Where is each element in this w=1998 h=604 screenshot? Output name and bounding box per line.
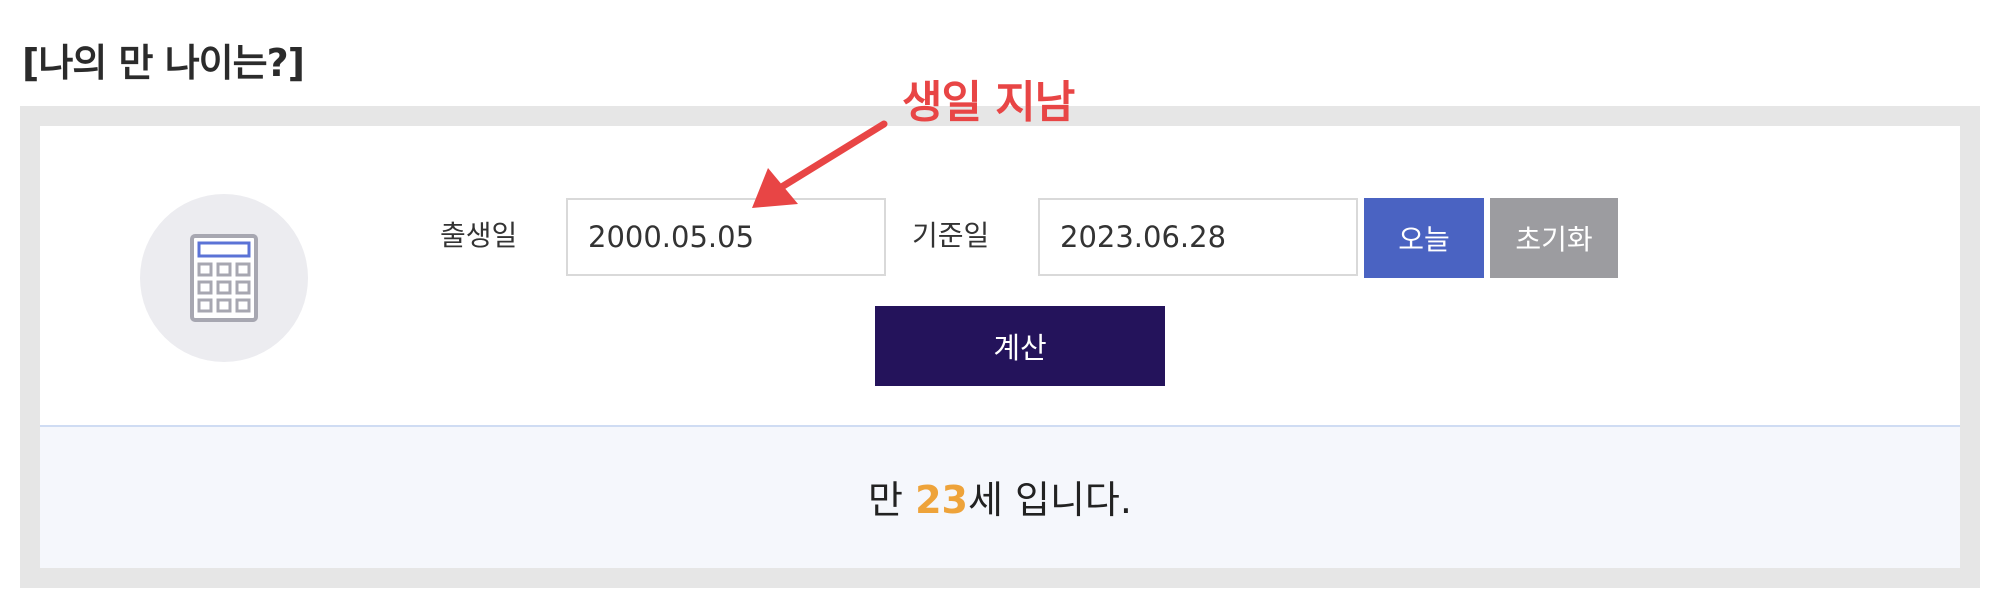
calculator-frame: 출생일 기준일 오늘 초기화 계산 만 23세 입니다. [20,106,1980,588]
birth-date-input[interactable] [566,198,886,276]
result-prefix: 만 [868,478,916,522]
result-text: 만 23세 입니다. [40,469,1960,524]
result-panel: 만 23세 입니다. [40,425,1960,568]
reference-date-input[interactable] [1038,198,1358,276]
calculate-button[interactable]: 계산 [875,306,1165,386]
calculator-icon-badge [140,194,308,362]
result-suffix: 세 입니다. [967,478,1132,522]
calculator-card: 출생일 기준일 오늘 초기화 계산 만 23세 입니다. [40,126,1960,568]
reset-button[interactable]: 초기화 [1490,198,1618,278]
calculator-icon [190,234,258,322]
page: [나의 만 나이는?] 출생일 2000.05.05 기준일 2023.06.2… [0,0,1998,604]
page-title: [나의 만 나이는?] [22,41,305,85]
today-button[interactable]: 오늘 [1364,198,1484,278]
birth-date-label: 출생일 [440,219,518,252]
result-age: 23 [915,478,968,522]
reference-date-label: 기준일 [912,219,990,252]
annotation-label: 생일 지남 [902,77,1075,128]
